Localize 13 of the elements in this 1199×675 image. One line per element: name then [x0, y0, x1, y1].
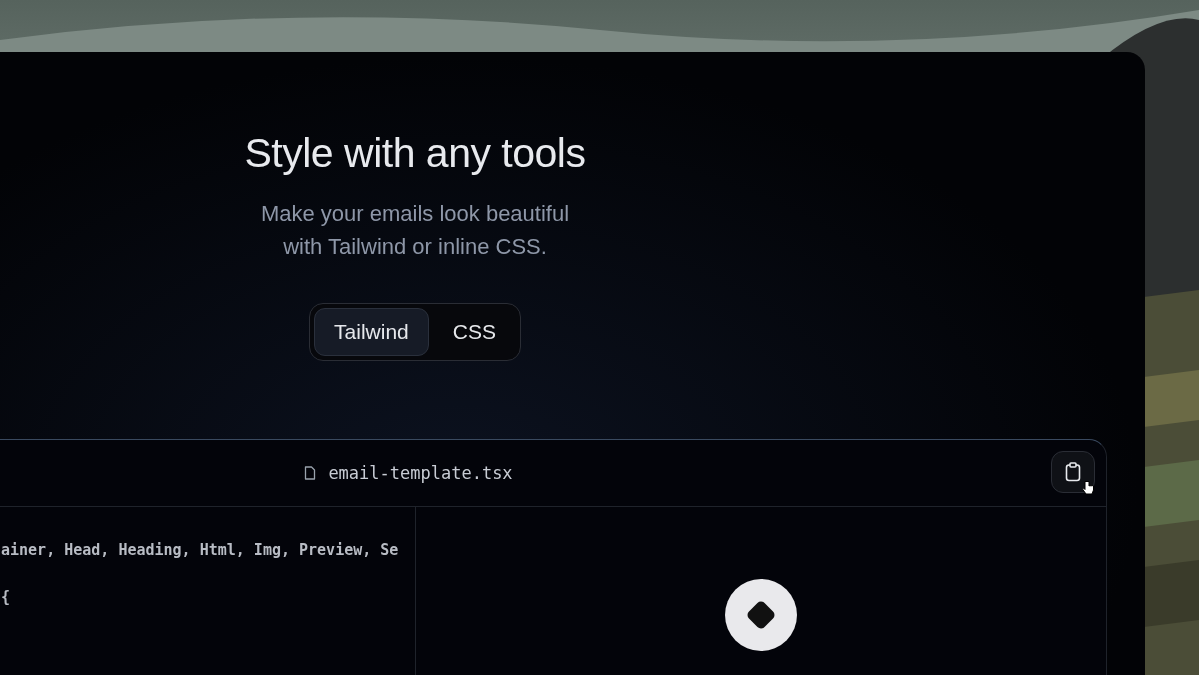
style-tab[interactable]: CSS [432, 308, 516, 356]
code-line: { [1, 587, 11, 608]
code-line: ainer, Head, Heading, Html, Img, Preview, Se [1, 540, 399, 561]
file-name: email-template.tsx [328, 463, 513, 483]
copy-button[interactable] [1051, 451, 1095, 493]
file-icon [304, 466, 317, 480]
style-tab[interactable]: Tailwind [314, 308, 429, 356]
clipboard-icon [1065, 462, 1081, 482]
subtitle-line: with Tailwind or inline CSS. [283, 233, 547, 261]
section-heading: Style with any tools [244, 130, 586, 177]
hand-cursor-icon [1082, 480, 1094, 496]
subtitle-line: Make your emails look beautiful [260, 200, 570, 228]
logo-icon [724, 578, 798, 652]
